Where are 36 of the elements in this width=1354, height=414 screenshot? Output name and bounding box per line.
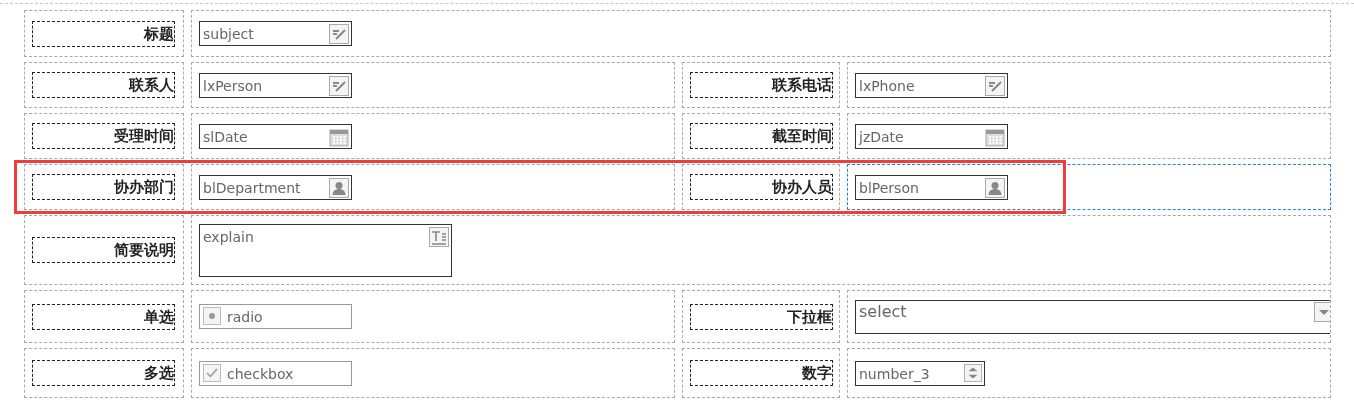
edit-icon (329, 75, 349, 96)
field-label: 下拉框 (690, 303, 833, 330)
edit-icon (985, 75, 1005, 96)
number-spinner-icon (964, 363, 982, 382)
person-icon (329, 177, 349, 198)
field-label: 截至时间 (690, 123, 833, 149)
field-label: 联系电话 (690, 72, 833, 98)
radio-field[interactable]: radio (199, 304, 352, 329)
checkbox-field[interactable]: checkbox (199, 360, 352, 386)
date-field[interactable]: jzDate (855, 123, 1008, 149)
dropdown-arrow-icon[interactable] (1314, 301, 1330, 322)
field-label: 数字 (690, 360, 833, 386)
field-label: 受理时间 (32, 123, 175, 149)
text-field[interactable]: lxPerson (199, 72, 352, 98)
text-format-icon (429, 227, 449, 247)
select-field[interactable]: select (855, 299, 1330, 334)
text-area[interactable]: explain (199, 224, 452, 277)
number-field[interactable]: number_3 (855, 360, 985, 386)
text-field[interactable]: subject (199, 21, 352, 46)
field-label: 多选 (32, 360, 175, 386)
field-label: 标题 (32, 20, 175, 47)
field-label: 协办人员 (690, 174, 833, 200)
person-field[interactable]: blPerson (855, 174, 1008, 200)
field-label: 单选 (32, 303, 175, 330)
calendar-icon (985, 126, 1005, 147)
field-label: 简要说明 (32, 237, 175, 263)
field-label: 联系人 (32, 72, 175, 98)
person-icon (985, 177, 1005, 198)
date-field[interactable]: slDate (199, 123, 352, 149)
text-field[interactable]: lxPhone (855, 72, 1008, 98)
radio-icon (203, 307, 221, 325)
person-field[interactable]: blDepartment (199, 174, 352, 200)
field-label: 协办部门 (32, 174, 175, 200)
calendar-icon (329, 126, 349, 147)
checkbox-icon (203, 363, 221, 382)
edit-icon (329, 24, 349, 44)
